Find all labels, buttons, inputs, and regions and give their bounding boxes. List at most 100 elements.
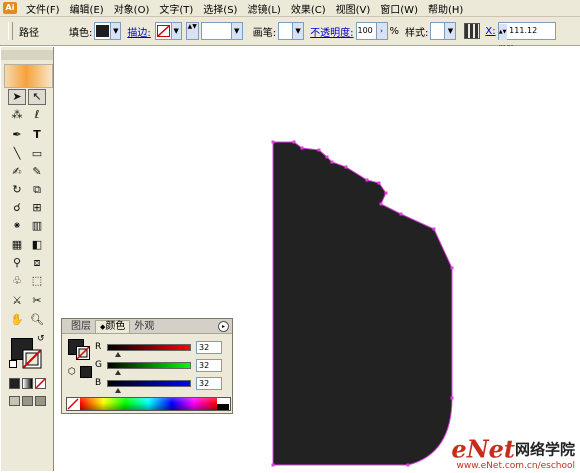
anchor-point[interactable]	[271, 463, 275, 467]
green-slider-thumb[interactable]	[115, 369, 121, 375]
brush-dropdown[interactable]: ▼	[278, 22, 305, 40]
warp-tool-icon[interactable]: ☌	[8, 200, 26, 216]
color-mode-button[interactable]	[9, 378, 20, 389]
red-slider[interactable]	[107, 343, 191, 357]
anchor-point[interactable]	[325, 155, 329, 159]
direct-selection-tool-icon[interactable]: ↖	[28, 89, 46, 105]
opacity-input[interactable]: 100 ›	[355, 22, 388, 40]
menu-type[interactable]: 文字(T)	[154, 1, 198, 16]
reference-point-icon[interactable]	[464, 23, 481, 39]
hand-tool-icon[interactable]: ✋	[8, 312, 26, 328]
menu-effect[interactable]: 效果(C)	[286, 1, 331, 16]
stroke-color-dropdown[interactable]: ▼	[154, 22, 182, 40]
green-value-field[interactable]: 32	[196, 358, 222, 372]
pencil-tool-icon[interactable]: ✎	[28, 164, 46, 180]
symbol-sprayer-tool-icon[interactable]: ⁕	[8, 218, 26, 234]
watermark-brand-cn: 网络学院	[514, 440, 575, 458]
anchor-point[interactable]	[379, 202, 383, 206]
out-of-gamut-cube-icon[interactable]: ⬡	[68, 367, 76, 377]
blue-value-field[interactable]: 32	[196, 376, 222, 390]
palette-menu-icon[interactable]: ▸	[218, 321, 229, 332]
blue-slider[interactable]	[107, 379, 191, 393]
control-bar-grip[interactable]	[8, 22, 13, 40]
red-slider-thumb[interactable]	[115, 351, 121, 357]
anchor-point[interactable]	[384, 191, 388, 195]
blue-slider-thumb[interactable]	[115, 387, 121, 393]
mesh-tool-icon[interactable]: ▦	[8, 237, 26, 253]
full-screen-menu-mode-button[interactable]	[22, 396, 33, 406]
anchor-point[interactable]	[317, 148, 321, 152]
anchor-point[interactable]	[450, 396, 454, 400]
tab-color[interactable]: ◆颜色	[95, 320, 131, 333]
swap-fill-stroke-icon[interactable]: ↺	[37, 334, 45, 344]
illustrator-app-icon[interactable]: Ai	[3, 2, 17, 14]
type-tool-icon[interactable]: T	[28, 127, 46, 143]
slice-tool-icon[interactable]: ⚔	[8, 293, 26, 309]
style-dropdown[interactable]: ▼	[430, 22, 457, 40]
standard-screen-mode-button[interactable]	[9, 396, 20, 406]
line-segment-tool-icon[interactable]: ╲	[8, 146, 26, 162]
anchor-point[interactable]	[330, 160, 334, 164]
menu-view[interactable]: 视图(V)	[331, 1, 376, 16]
paintbrush-tool-icon[interactable]: ✍	[8, 164, 26, 180]
tab-layers[interactable]: 图层	[67, 321, 95, 333]
blend-tool-icon[interactable]: ⧈	[28, 255, 46, 271]
menu-select[interactable]: 选择(S)	[198, 1, 242, 16]
live-paint-selection-tool-icon[interactable]: ⬚	[28, 273, 46, 289]
default-fill-stroke-icon[interactable]	[9, 360, 17, 368]
anchor-point[interactable]	[344, 165, 348, 169]
selection-type-label: 路径	[19, 27, 39, 39]
menu-window[interactable]: 窗口(W)	[375, 1, 423, 16]
menu-file[interactable]: 文件(F)	[21, 1, 65, 16]
color-spectrum-bar[interactable]	[66, 397, 231, 411]
scissors-tool-icon[interactable]: ✂	[28, 293, 46, 309]
menu-edit[interactable]: 编辑(E)	[65, 1, 109, 16]
none-mode-button[interactable]	[35, 378, 46, 389]
green-slider[interactable]	[107, 361, 191, 375]
tab-color-label: 颜色	[105, 321, 126, 332]
tools-panel-titlebar[interactable]	[1, 50, 53, 60]
anchor-point[interactable]	[432, 227, 436, 231]
anchor-point[interactable]	[450, 266, 454, 270]
eyedropper-tool-icon[interactable]: ⚲	[8, 255, 26, 271]
menu-object[interactable]: 对象(O)	[109, 1, 155, 16]
full-screen-mode-button[interactable]	[35, 396, 46, 406]
palette-stroke-swatch[interactable]	[76, 346, 90, 360]
fill-color-dropdown[interactable]: ▼	[94, 22, 122, 40]
lasso-tool-icon[interactable]: ℓ	[28, 107, 46, 123]
anchor-point[interactable]	[377, 181, 381, 185]
stroke-none-box[interactable]	[22, 349, 42, 369]
gradient-mode-button[interactable]	[22, 378, 33, 389]
anchor-point[interactable]	[406, 463, 410, 467]
magic-wand-tool-icon[interactable]: ⁂	[8, 107, 26, 123]
menu-filter[interactable]: 滤镜(L)	[242, 1, 285, 16]
zoom-tool-icon[interactable]: 🔍︎	[28, 312, 46, 328]
menu-help[interactable]: 帮助(H)	[423, 1, 468, 16]
gradient-tool-icon[interactable]: ◧	[28, 237, 46, 253]
rotate-tool-icon[interactable]: ↻	[8, 182, 26, 198]
tab-appearance[interactable]: 外观	[130, 321, 158, 333]
anchor-point[interactable]	[300, 146, 304, 150]
stroke-link[interactable]: 描边:	[127, 24, 150, 39]
pen-tool-icon[interactable]: ✒	[8, 127, 26, 143]
none-color-icon[interactable]	[67, 398, 79, 410]
column-graph-tool-icon[interactable]: ▥	[28, 218, 46, 234]
last-color-swatch[interactable]	[80, 366, 92, 378]
x-position-input[interactable]: ▲▼ 111.12 mm	[497, 22, 556, 52]
live-paint-bucket-tool-icon[interactable]: ♧	[8, 273, 26, 289]
stroke-weight-dropdown[interactable]: ▼	[200, 22, 243, 40]
opacity-link[interactable]: 不透明度:	[310, 24, 353, 39]
anchor-point[interactable]	[365, 178, 369, 182]
spectrum-gradient[interactable]	[80, 398, 217, 410]
red-value-field[interactable]: 32	[196, 340, 222, 354]
anchor-point[interactable]	[292, 140, 296, 144]
x-position-label[interactable]: X:	[485, 26, 495, 37]
rectangle-tool-icon[interactable]: ▭	[28, 146, 46, 162]
free-transform-tool-icon[interactable]: ⊞	[28, 200, 46, 216]
scale-tool-icon[interactable]: ⧉	[28, 182, 46, 198]
selection-tool-icon[interactable]: ➤	[8, 89, 26, 105]
black-swatch[interactable]	[217, 404, 229, 410]
anchor-point[interactable]	[271, 140, 275, 144]
stroke-weight-stepper[interactable]: ▲▼	[185, 22, 199, 40]
anchor-point[interactable]	[399, 212, 403, 216]
